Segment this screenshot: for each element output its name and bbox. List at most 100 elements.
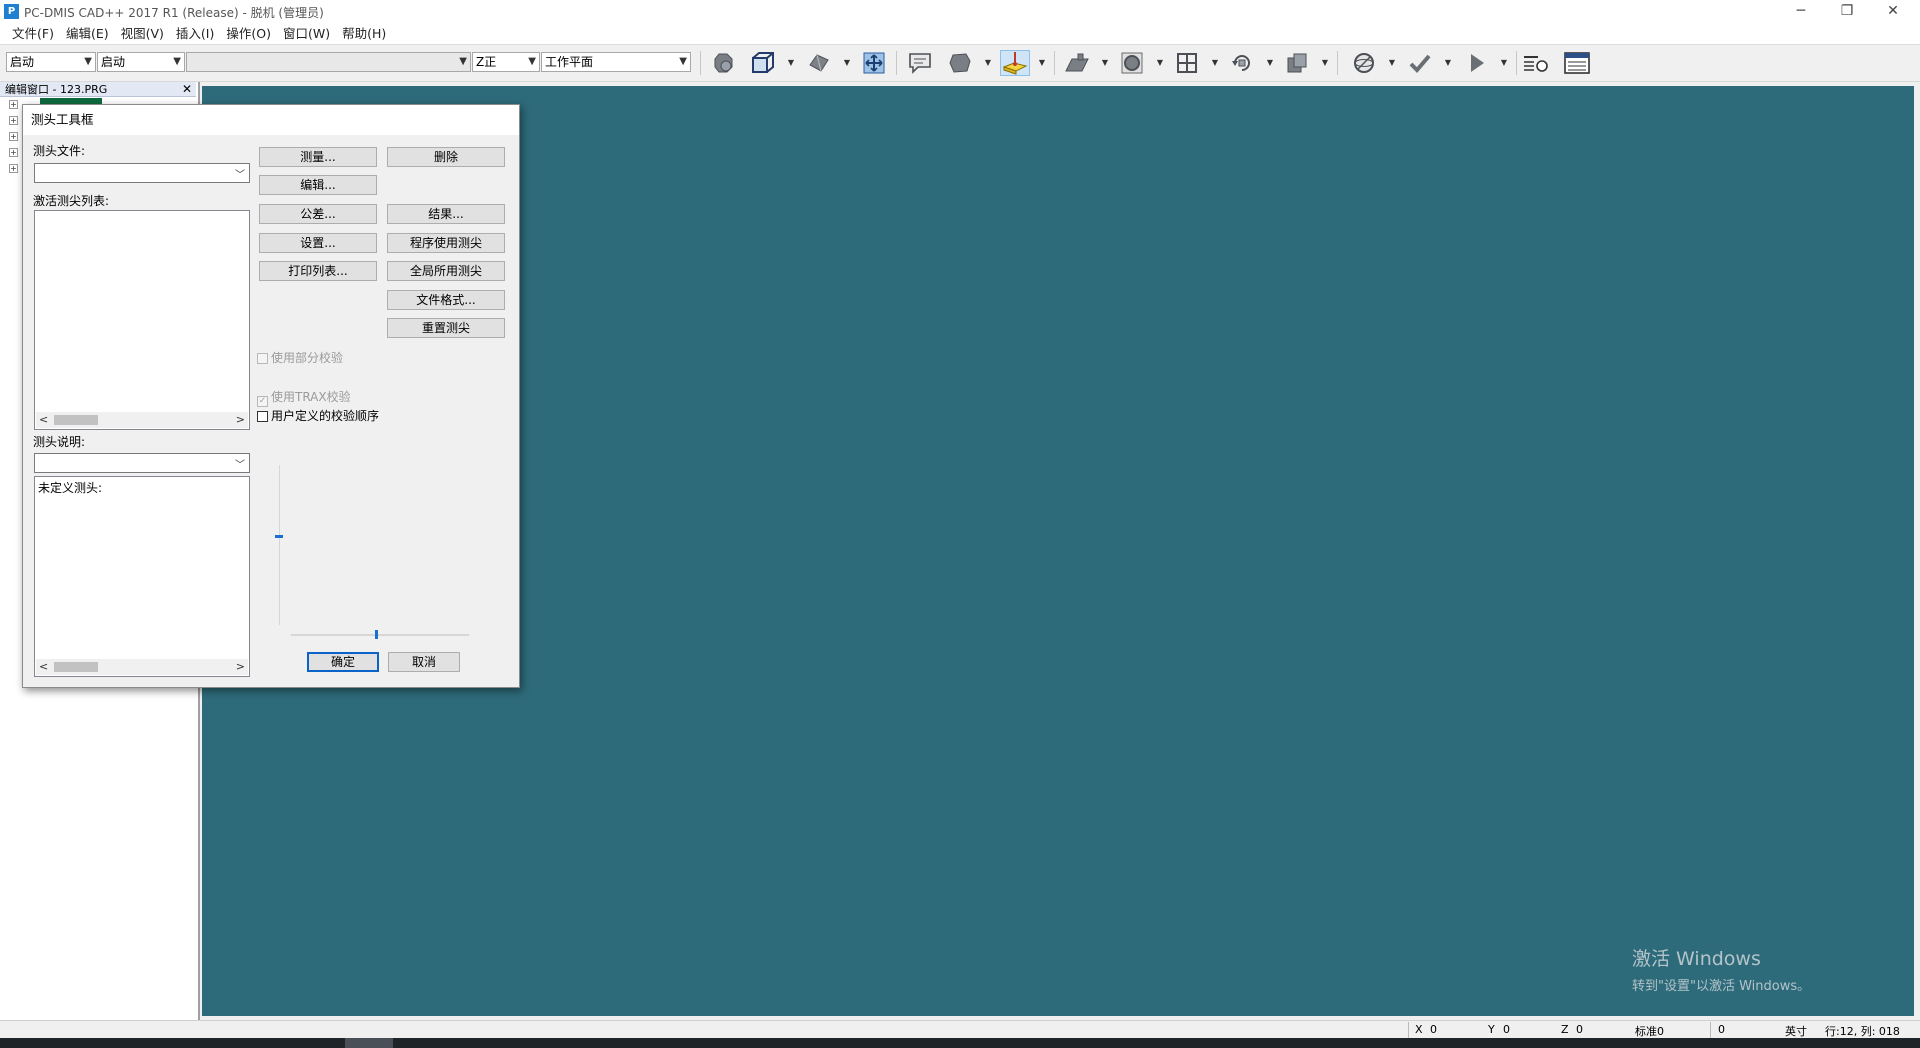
slider-thumb[interactable]: [375, 630, 378, 639]
mode-combo-2-value: 启动: [101, 55, 126, 69]
probe-toolbox-dialog: 测头工具框 测头文件: ﹀ 激活测尖列表: < > 测头说明: ﹀ 未定义测头:…: [22, 104, 520, 688]
mode-combo-1-value: 启动: [10, 55, 35, 69]
edit-button[interactable]: 编辑...: [259, 175, 377, 195]
view-setup-icon[interactable]: [749, 50, 777, 76]
tree-expand-icon[interactable]: +: [9, 100, 18, 109]
program-tips-button[interactable]: 程序使用测尖: [387, 233, 505, 253]
toolbar-separator: [700, 51, 701, 75]
probe-toolbox-dropdown-icon[interactable]: ▼: [1038, 58, 1046, 68]
shape-icon[interactable]: [946, 50, 974, 76]
scroll-thumb[interactable]: [54, 662, 98, 672]
probe-desc-list[interactable]: 未定义测头: < >: [34, 476, 250, 677]
minimize-button[interactable]: ─: [1778, 0, 1824, 24]
user-order-checkbox[interactable]: 用户定义的校验顺序: [257, 407, 379, 424]
tree-expand-icon[interactable]: +: [9, 116, 18, 125]
rotate-dropdown-icon[interactable]: ▼: [1266, 58, 1274, 68]
menu-operation[interactable]: 操作(O): [220, 24, 277, 44]
comment-icon[interactable]: [906, 50, 934, 76]
print-list-button[interactable]: 打印列表...: [259, 261, 377, 281]
view-direction-combo[interactable]: Z正 ▼: [472, 52, 540, 72]
menu-help[interactable]: 帮助(H): [336, 24, 392, 44]
global-tips-button[interactable]: 全局所用测尖: [387, 261, 505, 281]
tree-expand-icon[interactable]: +: [9, 148, 18, 157]
menu-edit[interactable]: 编辑(E): [60, 24, 115, 44]
scroll-left-icon[interactable]: <: [39, 413, 48, 426]
plane-dropdown-icon[interactable]: ▼: [1101, 58, 1109, 68]
feature-combo[interactable]: ▼: [186, 52, 471, 72]
scroll-right-icon[interactable]: >: [236, 413, 245, 426]
tolerance-button[interactable]: 公差...: [259, 204, 377, 224]
measure-button[interactable]: 测量...: [259, 147, 377, 167]
menu-insert[interactable]: 插入(I): [170, 24, 220, 44]
close-icon[interactable]: ✕: [182, 82, 192, 97]
menu-file[interactable]: 文件(F): [6, 24, 60, 44]
probe-desc-hscrollbar[interactable]: < >: [36, 659, 248, 675]
status-std: 标准0: [1635, 1025, 1664, 1038]
checkbox-box[interactable]: [257, 411, 268, 422]
workplane-combo[interactable]: 工作平面 ▼: [541, 52, 691, 72]
tree-expand-icon[interactable]: +: [9, 164, 18, 173]
circle-icon[interactable]: [1118, 50, 1146, 76]
scroll-right-icon[interactable]: >: [236, 660, 245, 673]
setup-button[interactable]: 设置...: [259, 233, 377, 253]
taskbar-app-button[interactable]: [345, 1038, 393, 1048]
run-dropdown-icon[interactable]: ▼: [1500, 58, 1508, 68]
grid-view-icon[interactable]: [1173, 50, 1201, 76]
rotate-icon[interactable]: [1228, 50, 1256, 76]
solid-view-dropdown-icon[interactable]: ▼: [843, 58, 851, 68]
mode-combo-2[interactable]: 启动 ▼: [97, 52, 185, 72]
sphere-dropdown-icon[interactable]: ▼: [1388, 58, 1396, 68]
probe-file-combo[interactable]: ﹀: [34, 163, 250, 183]
active-tips-hscrollbar[interactable]: < >: [36, 412, 248, 428]
results-button[interactable]: 结果...: [387, 204, 505, 224]
toolbar-separator: [1054, 51, 1055, 75]
grid-view-dropdown-icon[interactable]: ▼: [1211, 58, 1219, 68]
status-y-label: Y: [1488, 1023, 1495, 1036]
close-window-button[interactable]: ✕: [1870, 0, 1916, 24]
check-icon[interactable]: [1406, 50, 1434, 76]
probe-desc-text: 未定义测头:: [38, 481, 103, 495]
scroll-left-icon[interactable]: <: [39, 660, 48, 673]
probe-desc-combo[interactable]: ﹀: [34, 453, 250, 473]
checkbox-box[interactable]: ✓: [257, 396, 268, 407]
horizontal-angle-slider[interactable]: [291, 627, 469, 641]
zoom-to-fit-icon[interactable]: [860, 50, 888, 76]
mode-combo-1[interactable]: 启动 ▼: [6, 52, 96, 72]
scroll-thumb[interactable]: [54, 415, 98, 425]
partial-calib-checkbox[interactable]: 使用部分校验: [257, 349, 343, 366]
chevron-down-icon: ▼: [173, 56, 181, 67]
probe-file-label: 测头文件:: [33, 144, 86, 158]
settings-list-icon[interactable]: [1522, 50, 1550, 76]
probe-mode-icon[interactable]: [709, 50, 737, 76]
file-format-button[interactable]: 文件格式...: [387, 290, 505, 310]
report-icon[interactable]: [1562, 50, 1592, 76]
ok-button[interactable]: 确定: [307, 652, 379, 672]
chevron-down-icon: ▼: [459, 56, 467, 67]
solid-view-icon[interactable]: [805, 50, 833, 76]
menu-view[interactable]: 视图(V): [115, 24, 170, 44]
sphere-icon[interactable]: [1350, 50, 1378, 76]
shape-dropdown-icon[interactable]: ▼: [984, 58, 992, 68]
checkbox-box[interactable]: [257, 353, 268, 364]
probe-toolbox-icon[interactable]: [1000, 50, 1030, 76]
slider-thumb[interactable]: [275, 535, 283, 538]
delete-button[interactable]: 删除: [387, 147, 505, 167]
restore-button[interactable]: ❐: [1824, 0, 1870, 24]
reset-tips-button[interactable]: 重置测尖: [387, 318, 505, 338]
circle-dropdown-icon[interactable]: ▼: [1156, 58, 1164, 68]
status-x-value: 0: [1430, 1023, 1437, 1036]
plane-icon[interactable]: [1063, 50, 1091, 76]
run-icon[interactable]: [1462, 50, 1490, 76]
trax-calib-checkbox[interactable]: ✓ 使用TRAX校验: [257, 388, 351, 407]
copy-dropdown-icon[interactable]: ▼: [1321, 58, 1329, 68]
copy-icon[interactable]: [1283, 50, 1311, 76]
user-order-label: 用户定义的校验顺序: [271, 409, 380, 423]
cancel-button[interactable]: 取消: [388, 652, 460, 672]
tree-expand-icon[interactable]: +: [9, 132, 18, 141]
vertical-angle-slider[interactable]: [270, 465, 290, 625]
check-dropdown-icon[interactable]: ▼: [1444, 58, 1452, 68]
view-setup-dropdown-icon[interactable]: ▼: [787, 58, 795, 68]
active-tips-list[interactable]: < >: [34, 210, 250, 430]
status-field0: 0: [1718, 1023, 1725, 1036]
menu-window[interactable]: 窗口(W): [277, 24, 336, 44]
